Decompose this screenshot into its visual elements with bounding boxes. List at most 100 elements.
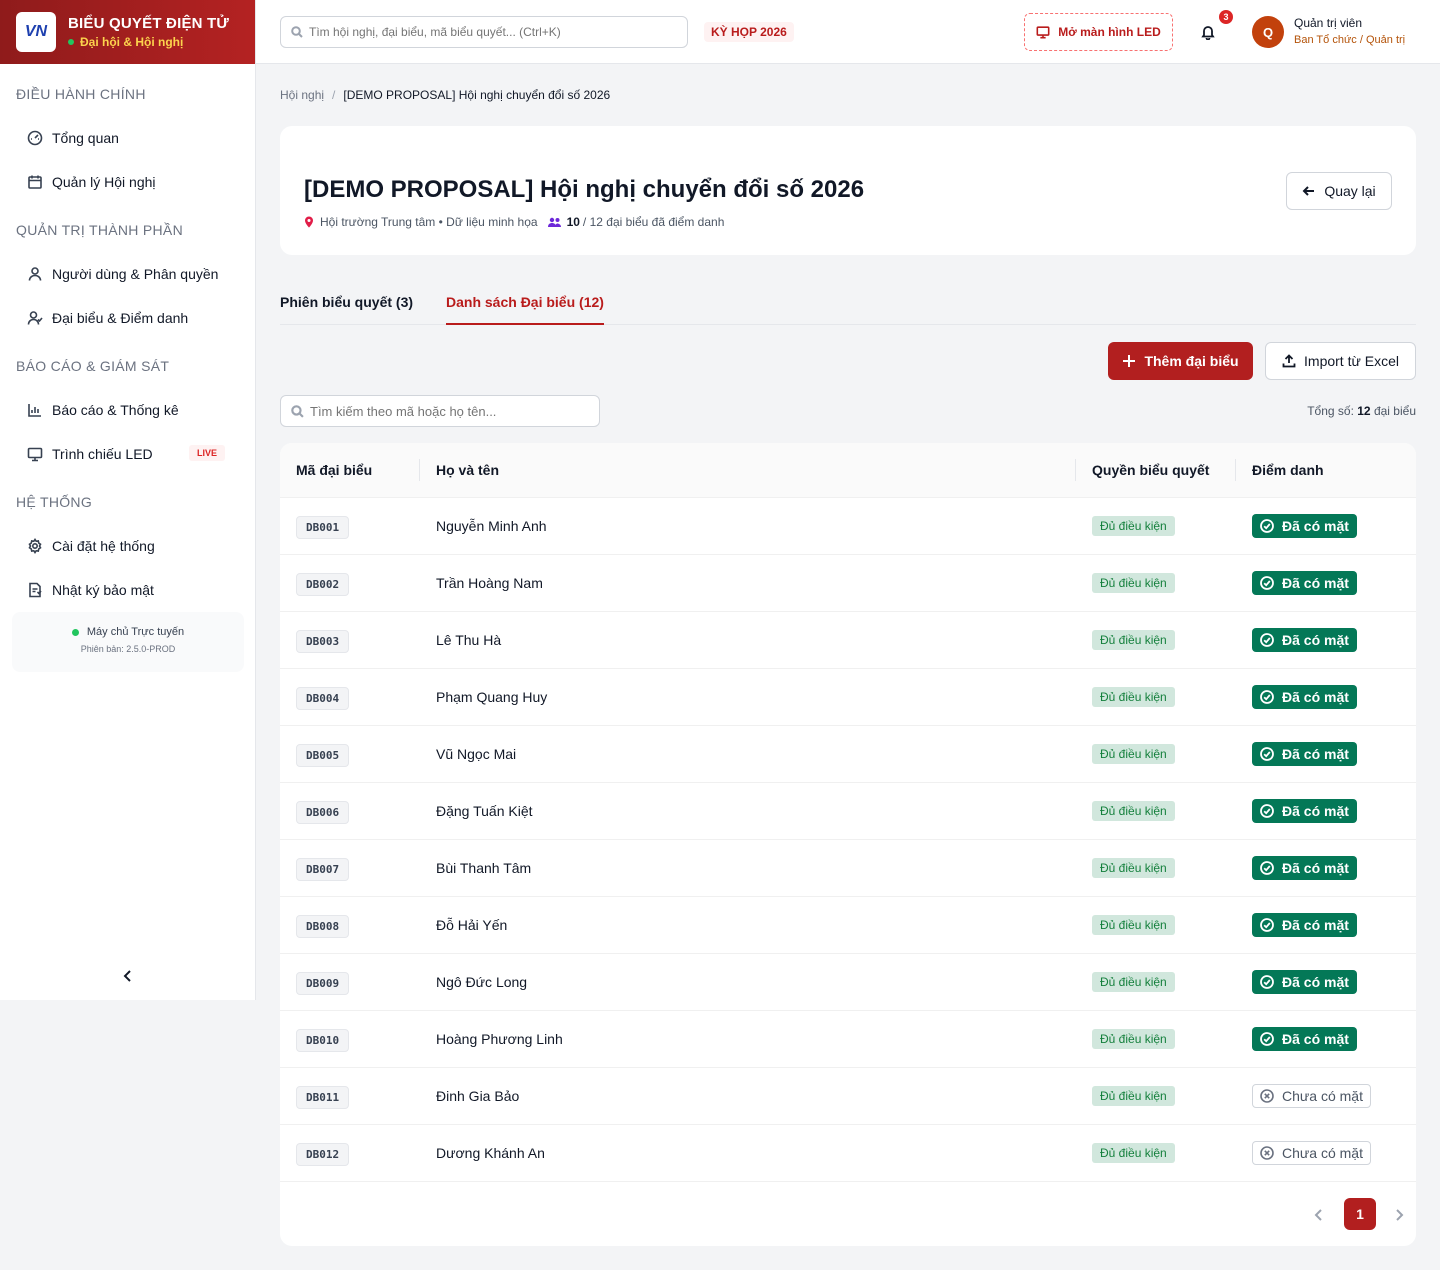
server-status-box: Máy chủ Trực tuyến Phiên bản: 2.5.0-PROD [12,612,244,672]
global-search[interactable] [280,16,688,48]
pagination-next[interactable] [1392,1208,1408,1224]
nav-section-admin: QUẢN TRỊ THÀNH PHẦN [16,222,183,238]
delegate-name: Dương Khánh An [436,1145,545,1161]
global-search-input[interactable] [309,25,669,39]
live-badge: LIVE [188,445,225,461]
brand-title: BIỂU QUYẾT ĐIỆN TỬ [68,15,230,32]
attendance-status-present[interactable]: Đã có mặt [1252,856,1357,880]
eligibility-badge: Đủ điều kiện [1092,915,1175,935]
chevron-right-icon [1396,1209,1404,1221]
delegate-code: DB006 [296,801,350,824]
eligibility-badge: Đủ điều kiện [1092,573,1175,593]
table-row[interactable]: DB008 Đỗ Hải Yến Đủ điều kiện Đã có mặt [280,897,1416,954]
plus-icon [1123,355,1136,367]
check-circle-icon [1260,576,1274,590]
server-status-text: Máy chủ Trực tuyến [86,626,185,638]
x-circle-icon [1260,1146,1274,1160]
avatar[interactable]: Q [1252,16,1284,48]
table-row[interactable]: DB012 Dương Khánh An Đủ điều kiện Chưa có m… [280,1125,1416,1182]
delegate-name: Ngô Đức Long [436,974,528,990]
eligibility-badge: Đủ điều kiện [1092,801,1175,821]
delegate-code: DB003 [296,630,350,653]
sidebar-item-label: Nhật ký bảo mật [52,582,154,598]
attendance-status-present[interactable]: Đã có mặt [1252,571,1357,595]
search-icon [291,26,303,38]
sidebar-item-label: Đại biểu & Điểm danh [52,310,189,326]
user-name[interactable]: Quản trị viên [1294,16,1362,30]
table-row[interactable]: DB007 Bùi Thanh Tâm Đủ điều kiện Đã có mặt [280,840,1416,897]
sidebar-item-led[interactable]: Trình chiếu LED LIVE [0,432,255,476]
table-row[interactable]: DB009 Ngô Đức Long Đủ điều kiện Đã có mặt [280,954,1416,1011]
page-title: [DEMO PROPOSAL] Hội nghị chuyển đổi số 2… [304,176,865,203]
location-pin-icon [305,216,313,228]
attendance-status-present[interactable]: Đã có mặt [1252,628,1357,652]
arrow-left-icon [1302,186,1315,196]
file-shield-icon [26,581,44,599]
attendance-status-present[interactable]: Đã có mặt [1252,742,1357,766]
eligibility-badge: Đủ điều kiện [1092,744,1175,764]
session-tag: KỲ HỌP 2026 [704,22,794,42]
table-row[interactable]: DB003 Lê Thu Hà Đủ điều kiện Đã có mặt [280,612,1416,669]
column-header-voting-right: Quyền biểu quyết [1092,462,1210,478]
sidebar-item-users[interactable]: Người dùng & Phân quyền [0,252,255,296]
attendance-status-present[interactable]: Đã có mặt [1252,514,1357,538]
attendance-status-absent[interactable]: Chưa có mặt [1252,1084,1371,1108]
collapse-sidebar-button[interactable] [118,964,138,988]
attendance-status-present[interactable]: Đã có mặt [1252,799,1357,823]
breadcrumb: Hội nghị / [DEMO PROPOSAL] Hội nghị chuy… [280,88,610,102]
table-row[interactable]: DB002 Trần Hoàng Nam Đủ điều kiện Đã có mặt [280,555,1416,612]
delegate-search-input[interactable] [310,403,590,419]
sidebar-item-conferences[interactable]: Quản lý Hội nghị [0,160,255,204]
attendance-status-absent[interactable]: Chưa có mặt [1252,1141,1371,1165]
nav-section-main: ĐIỀU HÀNH CHÍNH [16,86,146,102]
breadcrumb-root[interactable]: Hội nghị [280,88,324,102]
import-excel-button[interactable]: Import từ Excel [1265,342,1416,380]
back-button[interactable]: Quay lại [1286,172,1392,210]
table-row[interactable]: DB010 Hoàng Phương Linh Đủ điều kiện Đã có … [280,1011,1416,1068]
check-circle-icon [1260,747,1274,761]
pagination-prev[interactable] [1312,1208,1328,1224]
table-row[interactable]: DB006 Đặng Tuấn Kiệt Đủ điều kiện Đã có mặt [280,783,1416,840]
monitor-icon [26,445,44,463]
eligibility-badge: Đủ điều kiện [1092,1143,1175,1163]
table-row[interactable]: DB004 Phạm Quang Huy Đủ điều kiện Đã có mặt [280,669,1416,726]
delegate-name: Hoàng Phương Linh [436,1031,563,1047]
tab-delegate-list[interactable]: Danh sách Đại biểu (12) [446,294,604,325]
check-circle-icon [1260,918,1274,932]
sidebar-item-security-log[interactable]: Nhật ký bảo mật [0,568,255,612]
attendance-status-present[interactable]: Đã có mặt [1252,1027,1357,1051]
table-row[interactable]: DB011 Đinh Gia Bảo Đủ điều kiện Chưa có mặt [280,1068,1416,1125]
breadcrumb-current: [DEMO PROPOSAL] Hội nghị chuyển đổi số 2… [343,88,611,102]
delegate-code: DB009 [296,972,350,995]
delegate-search[interactable] [280,395,600,427]
attendance-status-present[interactable]: Đã có mặt [1252,685,1357,709]
tab-voting-sessions[interactable]: Phiên biểu quyết (3) [280,294,413,325]
delegate-code: DB004 [296,687,350,710]
eligibility-badge: Đủ điều kiện [1092,1086,1175,1106]
sidebar-item-delegates[interactable]: Đại biểu & Điểm danh [0,296,255,340]
delegate-code: DB001 [296,516,350,539]
pagination-current-page[interactable]: 1 [1344,1198,1376,1230]
sidebar-item-settings[interactable]: Cài đặt hệ thống [0,524,255,568]
delegate-table: Mã đại biểu Họ và tên Quyền biểu quyết Đ… [280,443,1416,1246]
attendance-status-present[interactable]: Đã có mặt [1252,913,1357,937]
attendance-status-present[interactable]: Đã có mặt [1252,970,1357,994]
delegate-name: Phạm Quang Huy [436,689,548,705]
user-icon [26,265,44,283]
add-delegate-button[interactable]: Thêm đại biểu [1108,342,1253,380]
table-row[interactable]: DB001 Nguyễn Minh Anh Đủ điều kiện Đã có mặ… [280,498,1416,555]
check-circle-icon [1260,690,1274,704]
sidebar-item-reports[interactable]: Báo cáo & Thống kê [0,388,255,432]
delegate-code: DB005 [296,744,350,767]
chevron-left-icon [123,970,131,982]
notification-bell[interactable] [1200,24,1216,41]
table-row[interactable]: DB005 Vũ Ngọc Mai Đủ điều kiện Đã có mặt [280,726,1416,783]
open-led-button[interactable]: Mở màn hình LED [1024,13,1173,51]
column-header-name: Họ và tên [436,462,500,478]
sidebar-item-overview[interactable]: Tổng quan [0,116,255,160]
eligibility-badge: Đủ điều kiện [1092,516,1175,536]
eligibility-badge: Đủ điều kiện [1092,687,1175,707]
table-body: DB001 Nguyễn Minh Anh Đủ điều kiện Đã có mặ… [280,498,1416,1182]
nav-section-system: HỆ THỐNG [16,494,93,510]
brand[interactable]: VN BIỂU QUYẾT ĐIỆN TỬ Đại hội & Hội nghị [0,0,255,64]
